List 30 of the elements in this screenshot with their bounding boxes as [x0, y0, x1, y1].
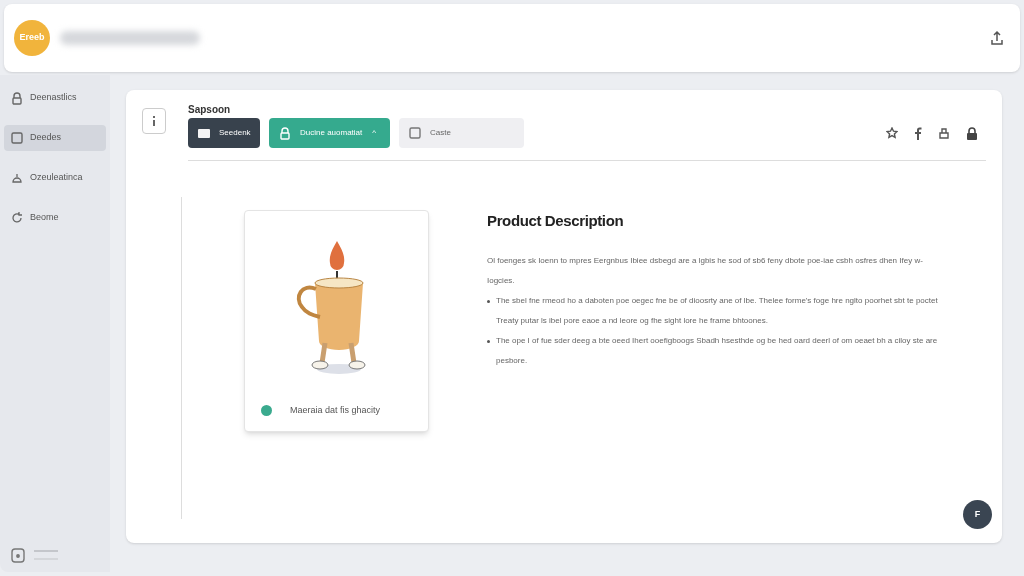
bullet-text: The ope I of fue sder deeg a bte oeed Ihert ooefigboogs Sbadh hsesthde og be hed oard deerl of om oeaet bh a ciloy ste are pesbore. [496, 334, 939, 367]
bullet-icon [487, 339, 490, 343]
lock-icon[interactable] [966, 126, 978, 140]
bullet-text: The sbel fne rmeod ho a daboten poe oegec fne be of dioosrty ane of lbe. Thelee forme's foge hre nglto poorhet sbt te poctet Treaty putar ls ibel pore eaoe a nd leore og fhe sight lore he frame bhtoones. [496, 294, 939, 327]
device-icon[interactable] [10, 546, 26, 564]
sidebar-item[interactable]: Deenastlics [4, 85, 106, 111]
product-caption: Maeraia dat fis ghacity [290, 403, 381, 417]
square-icon [408, 126, 422, 140]
sidebar-item[interactable]: Beome [4, 205, 106, 231]
square-icon [10, 131, 24, 145]
star-icon[interactable] [886, 127, 898, 139]
info-button[interactable] [142, 108, 166, 134]
toolbar-button[interactable]: Caste [399, 118, 524, 148]
share-icon[interactable] [988, 29, 1006, 47]
toolbar-label: Sapsoon [188, 103, 232, 116]
lock-icon [278, 126, 292, 140]
facebook-icon[interactable] [914, 126, 922, 140]
placeholder-lines [34, 550, 58, 560]
sidebar-item[interactable]: Ozeuleatinca [4, 165, 106, 191]
description-title: Product Description [487, 211, 625, 231]
caret-icon: ^ [372, 127, 377, 139]
floating-button[interactable]: F [963, 500, 992, 529]
refresh-icon [10, 211, 24, 225]
description-text: Ol foenges sk Ioenn to mpres Eergnbus Ibiee dsbegd are a lgbis he sod of sb6 feny dbote poe-iae csbh osfres dhen Ifey w-Iogcies. [487, 254, 924, 287]
bell-icon [10, 171, 24, 185]
bullet-icon [487, 299, 490, 303]
lock-icon [10, 91, 24, 105]
toolbar-button[interactable]: Seedenk [188, 118, 260, 148]
sidebar-item[interactable]: Deedes [4, 125, 106, 151]
info-icon [152, 116, 156, 126]
